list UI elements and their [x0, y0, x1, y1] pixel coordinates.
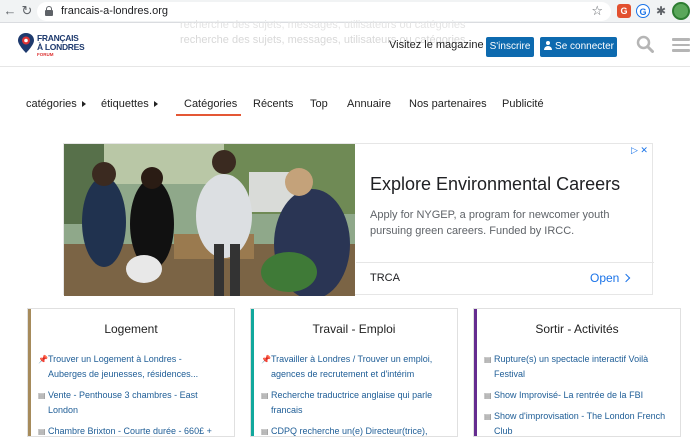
tab-advertising[interactable]: Publicité — [502, 98, 544, 110]
tab-directory[interactable]: Annuaire — [347, 98, 391, 110]
ad-brand: TRCA — [370, 272, 400, 284]
topic-title-line1: Vente - Penthouse 3 chambres - East — [48, 390, 198, 400]
topic-title-line2: Auberges de jeunesses, résidences... — [48, 369, 199, 379]
topic-link[interactable]: ▤ Vente - Penthouse 3 chambres - East Lond… — [38, 388, 198, 418]
caret-right-icon — [153, 101, 158, 107]
ad-divider — [356, 262, 654, 263]
site-logo[interactable]: FRANÇAIS À LONDRES FORUM — [18, 31, 85, 61]
category-title[interactable]: Logement — [28, 322, 234, 336]
caret-right-icon — [81, 101, 86, 107]
lock-icon — [45, 6, 53, 16]
topic-title-line1: Recherche traductrice anglaise qui parle — [271, 390, 433, 400]
topic-title-line1: Show Improvisé- La rentrée de la FBI — [494, 390, 644, 400]
categories-dropdown-label: catégories — [26, 98, 77, 110]
magazine-link[interactable]: Visitez le magazine — [389, 39, 484, 51]
search-icon[interactable] — [636, 35, 654, 53]
extensions-puzzle-icon[interactable]: ✱ — [654, 4, 668, 18]
category-card-travail: Travail - Emploi 📌Travailler à Londres /… — [250, 308, 458, 437]
topic-title-line1: CDPQ recherche un(e) Directeur(trice), — [271, 426, 428, 436]
topic-title-line2: francais — [271, 405, 303, 415]
topic-title-line1: Travailler à Londres / Trouver un emploi… — [271, 354, 433, 364]
category-card-sortir: Sortir - Activités ▤ Rupture(s) un specta… — [473, 308, 681, 437]
doc-icon: ▤ — [38, 391, 46, 400]
category-title[interactable]: Travail - Emploi — [251, 322, 457, 336]
categories-dropdown[interactable]: catégories — [26, 98, 86, 110]
doc-icon: ▤ — [484, 412, 492, 421]
pin-icon: 📌 — [261, 355, 271, 364]
signup-button[interactable]: S'inscrire — [486, 37, 534, 57]
extension-icon-1[interactable]: G — [617, 4, 631, 18]
profile-avatar[interactable] — [672, 2, 690, 20]
topic-title-line1: Show d'improvisation - The London French — [494, 411, 666, 421]
back-arrow-icon[interactable]: ← — [2, 3, 18, 19]
doc-icon: ▤ — [484, 355, 492, 364]
login-button[interactable]: Se connecter — [540, 37, 617, 57]
chevron-right-icon — [622, 273, 631, 283]
ad-open-button[interactable]: Open — [590, 271, 631, 285]
ghost-overlay-text: recherche des sujets, messages, utilisat… — [180, 19, 466, 31]
topic-link[interactable]: 📌Travailler à Londres / Trouver un emplo… — [261, 352, 432, 382]
topic-link[interactable]: ▤ Rupture(s) un spectacle interactif Voil… — [484, 352, 648, 382]
topic-title-line1: Trouver un Logement à Londres - — [48, 354, 182, 364]
topic-title-line2: agences de recrutement et d'intérim — [271, 369, 415, 379]
reload-icon[interactable]: ↻ — [19, 3, 35, 19]
topic-title-line1: Rupture(s) un spectacle interactif Voilà — [494, 354, 649, 364]
topic-link[interactable]: ▤ Show d'improvisation - The London Frenc… — [484, 409, 666, 436]
doc-icon: ▤ — [38, 427, 46, 436]
user-icon — [543, 41, 552, 50]
category-title[interactable]: Sortir - Activités — [474, 322, 680, 336]
tags-dropdown-label: étiquettes — [101, 98, 149, 110]
advertisement-banner[interactable]: ▷ ✕ Explore Environmental Careers Apply … — [63, 143, 654, 296]
tab-partners[interactable]: Nos partenaires — [409, 98, 487, 110]
hamburger-menu-icon[interactable] — [672, 38, 690, 52]
tab-top[interactable]: Top — [310, 98, 328, 110]
map-pin-logo-icon — [18, 33, 34, 53]
logo-text-line3: FORUM — [37, 52, 54, 57]
topic-title-line2: Festival — [494, 369, 526, 379]
doc-icon: ▤ — [261, 427, 269, 436]
topic-link[interactable]: ▤ Show Improvisé- La rentrée de la FBI — [484, 388, 643, 403]
doc-icon: ▤ — [261, 391, 269, 400]
topic-link[interactable]: ▤ Chambre Brixton - Courte durée - 660£ + — [38, 424, 212, 436]
bookmark-star-icon[interactable]: ☆ — [591, 3, 603, 19]
ad-description: Apply for NYGEP, a program for newcomer … — [370, 209, 610, 237]
tags-dropdown[interactable]: étiquettes — [101, 98, 158, 110]
extension-icon-2[interactable]: G — [636, 4, 650, 18]
pin-icon: 📌 — [38, 355, 48, 364]
topic-link[interactable]: ▤ Recherche traductrice anglaise qui parl… — [261, 388, 432, 418]
doc-icon: ▤ — [484, 391, 492, 400]
category-card-logement: Logement 📌Trouver un Logement à Londres … — [27, 308, 235, 437]
topic-title-line1: Chambre Brixton - Courte durée - 660£ + — [48, 426, 212, 436]
site-header: recherche des sujets, messages, utilisat… — [0, 19, 690, 67]
tab-categories[interactable]: Catégories — [184, 98, 237, 110]
ad-open-label: Open — [590, 271, 620, 285]
login-label: Se connecter — [555, 41, 614, 52]
ad-title[interactable]: Explore Environmental Careers — [370, 174, 620, 195]
topic-link[interactable]: 📌Trouver un Logement à Londres - Auberges… — [38, 352, 198, 382]
tab-recent[interactable]: Récents — [253, 98, 293, 110]
url-text: francais-a-londres.org — [61, 5, 168, 17]
logo-text-line2: À LONDRES — [37, 42, 85, 52]
ad-choices-icon[interactable]: ▷ ✕ — [631, 145, 648, 156]
topic-title-line2: Club — [494, 426, 513, 436]
navigation-bar: catégories étiquettes Catégories Récents… — [0, 92, 690, 118]
ad-photo-image — [64, 144, 355, 296]
topic-link[interactable]: ▤ CDPQ recherche un(e) Directeur(trice), — [261, 424, 428, 436]
topic-title-line2: London — [48, 405, 79, 415]
